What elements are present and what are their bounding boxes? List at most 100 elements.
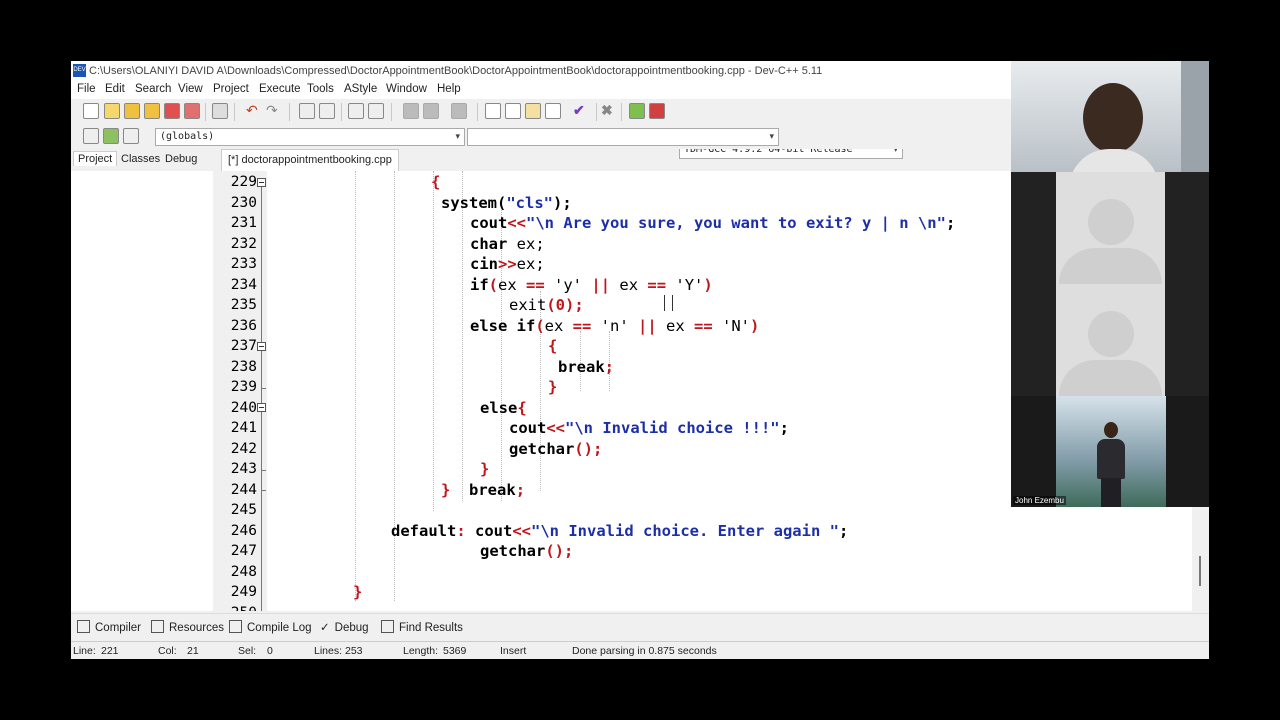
tab-classes[interactable]: Classes xyxy=(121,153,160,165)
tab-debug[interactable]: Debug xyxy=(165,153,197,165)
user-silhouette-icon xyxy=(1088,311,1134,357)
status-line-label: Line: xyxy=(73,645,96,657)
bookmark-icon[interactable] xyxy=(123,128,139,144)
unindent-icon[interactable] xyxy=(368,103,384,119)
tab-project[interactable]: Project xyxy=(73,151,118,166)
indent-guide xyxy=(433,171,435,511)
goto-icon[interactable] xyxy=(83,128,99,144)
text-cursor-icon xyxy=(664,295,673,311)
save-all-icon[interactable] xyxy=(144,103,160,119)
code-line-249: } xyxy=(353,583,363,601)
insert-icon[interactable] xyxy=(103,128,119,144)
status-lines-label: Lines: xyxy=(314,645,343,657)
open-file-icon[interactable] xyxy=(104,103,120,119)
fold-toggle-icon[interactable] xyxy=(257,342,266,351)
layout-icon[interactable] xyxy=(525,103,541,119)
toggle-icon[interactable] xyxy=(451,103,467,119)
status-sel: 0 xyxy=(267,645,273,657)
fold-line xyxy=(261,187,262,342)
window-icon[interactable] xyxy=(505,103,521,119)
menu-view[interactable]: View xyxy=(178,83,203,95)
close-file-icon[interactable] xyxy=(164,103,180,119)
replace-icon[interactable] xyxy=(319,103,335,119)
check-icon[interactable]: ✔ xyxy=(573,103,589,119)
chart-icon[interactable] xyxy=(629,103,645,119)
line-number: 245 xyxy=(230,502,257,518)
fold-toggle-icon[interactable] xyxy=(257,178,266,187)
line-number: 240 xyxy=(230,399,257,416)
tab-resources[interactable]: Resources xyxy=(151,620,224,634)
avatar xyxy=(1083,83,1143,153)
video-gap-right xyxy=(1165,172,1209,396)
indent-guide xyxy=(462,171,464,501)
fold-toggle-icon[interactable] xyxy=(257,403,266,412)
menu-help[interactable]: Help xyxy=(437,83,461,95)
line-number: 229 xyxy=(230,174,257,190)
tiles-icon[interactable] xyxy=(545,103,561,119)
bar-chart-icon xyxy=(229,620,242,633)
line-number: 233 xyxy=(230,256,257,272)
find-icon[interactable] xyxy=(299,103,315,119)
tab-compiler[interactable]: Compiler xyxy=(77,620,141,634)
status-mode: Insert xyxy=(500,645,527,657)
status-col-label: Col: xyxy=(158,645,177,657)
member-select[interactable]: ▾ xyxy=(467,128,779,146)
tab-file[interactable]: [*] doctorappointmentbooking.cpp xyxy=(221,149,399,171)
status-lines: 253 xyxy=(345,645,363,657)
line-number: 248 xyxy=(230,563,257,580)
webcam-tile-presenter xyxy=(1011,61,1209,172)
indent-icon[interactable] xyxy=(348,103,364,119)
new-file-icon[interactable] xyxy=(83,103,99,119)
save-icon[interactable] xyxy=(124,103,140,119)
status-message: Done parsing in 0.875 seconds xyxy=(572,645,717,657)
chevron-down-icon: ▾ xyxy=(455,132,460,142)
scope-select[interactable]: (globals) ▾ xyxy=(155,128,465,146)
avatar xyxy=(1104,422,1118,438)
close-all-icon[interactable] xyxy=(184,103,200,119)
menu-project[interactable]: Project xyxy=(213,83,249,95)
undo-icon[interactable]: ↶ xyxy=(246,103,262,119)
line-number: 237 xyxy=(230,338,257,354)
avatar-body xyxy=(1097,439,1125,479)
fold-line xyxy=(261,351,262,403)
profile-icon[interactable] xyxy=(649,103,665,119)
tab-debug-bottom[interactable]: ✓ Debug xyxy=(320,620,369,634)
line-number: 242 xyxy=(230,440,257,457)
check-icon: ✓ xyxy=(320,622,330,634)
status-sel-label: Sel: xyxy=(238,645,257,657)
grid-icon[interactable] xyxy=(485,103,501,119)
status-col: 21 xyxy=(187,645,199,657)
resources-icon xyxy=(151,620,164,633)
line-number: 236 xyxy=(230,317,257,334)
print-icon[interactable] xyxy=(212,103,228,119)
menu-file[interactable]: File xyxy=(77,83,96,95)
line-number: 243 xyxy=(230,461,257,477)
webcam-tile-placeholder xyxy=(1056,172,1165,284)
next-icon[interactable] xyxy=(423,103,439,119)
line-number: 247 xyxy=(230,543,257,559)
window-title: C:\Users\OLANIYI DAVID A\Downloads\Compr… xyxy=(89,65,823,77)
line-number: 239 xyxy=(230,379,257,395)
redo-icon[interactable]: ↷ xyxy=(266,103,282,119)
user-silhouette-body xyxy=(1059,248,1162,284)
menu-window[interactable]: Window xyxy=(386,83,427,95)
indent-guide xyxy=(355,171,357,601)
stop-icon[interactable]: ✖ xyxy=(601,103,617,119)
line-number: 238 xyxy=(230,358,257,375)
chevron-down-icon: ▾ xyxy=(769,132,774,142)
prev-icon[interactable] xyxy=(403,103,419,119)
tab-compile-log[interactable]: Compile Log xyxy=(229,620,312,634)
menu-execute[interactable]: Execute xyxy=(259,83,301,95)
menu-search[interactable]: Search xyxy=(135,83,171,95)
line-number: 230 xyxy=(230,194,257,211)
line-number: 250 xyxy=(221,605,257,611)
tab-find-results[interactable]: Find Results xyxy=(381,620,463,634)
fold-end xyxy=(261,388,266,389)
line-number: 241 xyxy=(230,420,257,436)
menu-astyle[interactable]: AStyle xyxy=(344,83,377,95)
menu-edit[interactable]: Edit xyxy=(105,83,125,95)
scrollbar-thumb[interactable] xyxy=(1199,556,1201,586)
line-number: 231 xyxy=(230,215,257,231)
menu-tools[interactable]: Tools xyxy=(307,83,334,95)
line-number: 232 xyxy=(230,235,257,252)
